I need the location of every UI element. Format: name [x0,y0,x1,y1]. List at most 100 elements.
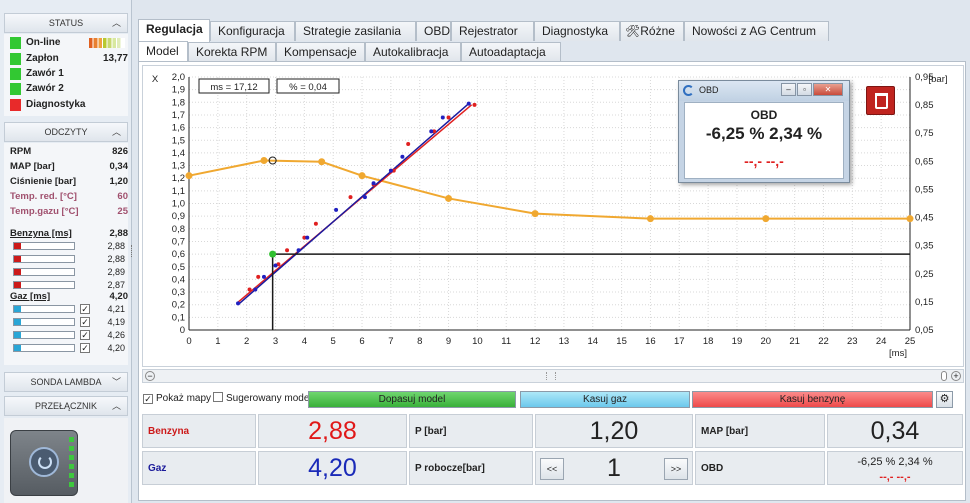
kasuj-benzyne-button[interactable]: Kasuj benzynę [692,391,933,408]
dopasuj-model-button[interactable]: Dopasuj model [308,391,516,408]
status-label: Zapłon [26,53,59,64]
next-button[interactable]: >> [664,458,688,480]
scatter-point-red [313,221,318,226]
tab-3[interactable]: OBD [416,21,451,41]
x-tick-label: 22 [818,336,829,347]
subtab-2[interactable]: Kompensacje [276,42,365,61]
subtab-3[interactable]: Autokalibracja [365,42,461,61]
switch-device[interactable] [10,430,78,496]
injector-bar [13,242,75,250]
minimize-icon[interactable]: – [781,83,796,96]
scroll-thumb[interactable] [546,372,556,380]
chevron-up-icon: ︿ [111,401,121,411]
gaz-injector-row: ✓ 4,19 [13,317,127,328]
y-tick-label: 0 [180,325,185,336]
reading-row: Ciśnienie [bar] 1,20 [10,175,128,188]
sugerowany-model-checkbox[interactable]: Sugerowany model [213,392,312,406]
obd-sub: --,- --,- [879,471,911,483]
przelacznik-header[interactable]: PRZEŁĄCZNIK ︿ [4,396,128,416]
x-tick-label: 11 [501,336,511,347]
status-diagnostyka: Diagnostyka [10,98,128,112]
injector-checkbox[interactable]: ✓ [80,330,90,340]
x-tick-label: 12 [530,336,541,347]
obd-titlebar[interactable]: OBD – ▫ ✕ [679,81,849,101]
injector-bar [13,305,75,313]
checkbox-icon[interactable] [213,392,223,402]
reading-label: MAP [bar] [10,161,55,172]
x-tick-label: 0 [186,336,191,347]
maximize-icon[interactable]: ▫ [797,83,812,96]
scatter-point-blue [400,154,405,159]
pokaz-mapy-checkbox[interactable]: ✓ Pokaż mapy [143,392,211,406]
kasuj-gaz-button[interactable]: Kasuj gaz [520,391,690,408]
injector-checkbox[interactable]: ✓ [80,343,90,353]
injector-fill [14,332,21,338]
scroll-handle-icon[interactable] [941,371,947,381]
sidebar-grip[interactable] [131,245,133,257]
series-point [445,194,453,202]
checkbox-icon[interactable]: ✓ [143,394,153,404]
subtab-4[interactable]: Autoadaptacja [461,42,561,61]
scatter-point-blue [429,129,434,134]
reading-label: Temp.gazu [°C] [10,206,79,217]
injector-fill [14,269,21,275]
tab-0[interactable]: Regulacja [138,19,210,42]
reading-value: 826 [112,146,128,157]
y-tick-label: 1,2 [172,173,185,184]
sidebar: STATUS ︿ On-line Zapłon 13,77 Zawór 1 Zawó… [0,0,132,503]
y-tick-label: 0,4 [172,274,185,285]
zoom-out-icon[interactable]: − [145,371,155,381]
status-label: Diagnostyka [26,99,86,110]
subtab-0[interactable]: Model [138,41,188,62]
x-tick-label: 16 [645,336,656,347]
x-tick-label: 17 [674,336,685,347]
tab-4[interactable]: Rejestrator [451,21,534,41]
y-tick-label: 1,5 [172,135,185,146]
injector-value: 4,21 [107,304,125,314]
odczyty-header[interactable]: ODCZYTY ︿ [4,122,128,142]
gaz-injector-row: ✓ 4,21 [13,304,127,315]
y-tick-label: 0,6 [172,249,185,260]
y2-axis-label: [bar] [928,74,947,85]
obd-window-sub: --,- --,- [744,153,784,169]
y-tick-label: 1,7 [172,110,185,121]
series-point [260,156,268,164]
obd-value-cell: -6,25 % 2,34 % --,- --,- [827,451,963,485]
scatter-point-red [446,115,451,120]
x-tick-label: 6 [359,336,364,347]
series-point [906,215,914,223]
x-tick-label: 9 [446,336,451,347]
zoom-in-icon[interactable]: + [951,371,961,381]
tab-1[interactable]: Konfiguracja [210,21,295,41]
injector-value: 2,88 [107,241,125,251]
status-header[interactable]: STATUS ︿ [4,13,128,33]
tab-6[interactable]: 🛠Różne [620,21,684,41]
y2-tick-label: 0,55 [915,184,934,195]
main-panel: Regulacja Konfiguracja Strategie zasilania… [134,0,970,503]
pokaz-mapy-label: Pokaż mapy [156,393,212,404]
horizontal-scrollbar[interactable]: − + [142,369,964,383]
y-tick-label: 1,1 [172,186,185,197]
tools-icon: 🛠 [625,24,641,38]
injector-checkbox[interactable]: ✓ [80,304,90,314]
tab-2[interactable]: Strategie zasilania [295,21,416,41]
tab-7[interactable]: Nowości z AG Centrum [684,21,829,41]
settings-gear-button[interactable]: ⚙ [936,391,953,408]
obd-popup-window[interactable]: OBD – ▫ ✕ OBD -6,25 % 2,34 % --,- --,- [678,80,850,183]
scatter-point-blue [236,301,241,306]
scatter-point-blue [388,168,393,173]
y-tick-label: 0,1 [172,312,185,323]
status-title: STATUS [48,18,84,28]
obd-window-value: -6,25 % 2,34 % [705,124,823,143]
trash-button[interactable] [866,86,895,115]
subtab-1[interactable]: Korekta RPM [188,42,276,61]
y-tick-label: 0,2 [172,300,185,311]
y2-tick-label: 0,15 [915,297,934,308]
injector-fill [14,319,21,325]
injector-checkbox[interactable]: ✓ [80,317,90,327]
tab-5[interactable]: Diagnostyka [534,21,620,41]
sonda-header[interactable]: SONDA LAMBDA ﹀ [4,372,128,392]
chevron-up-icon: ︿ [111,18,121,28]
scatter-point-blue [334,207,339,212]
close-icon[interactable]: ✕ [813,83,843,96]
